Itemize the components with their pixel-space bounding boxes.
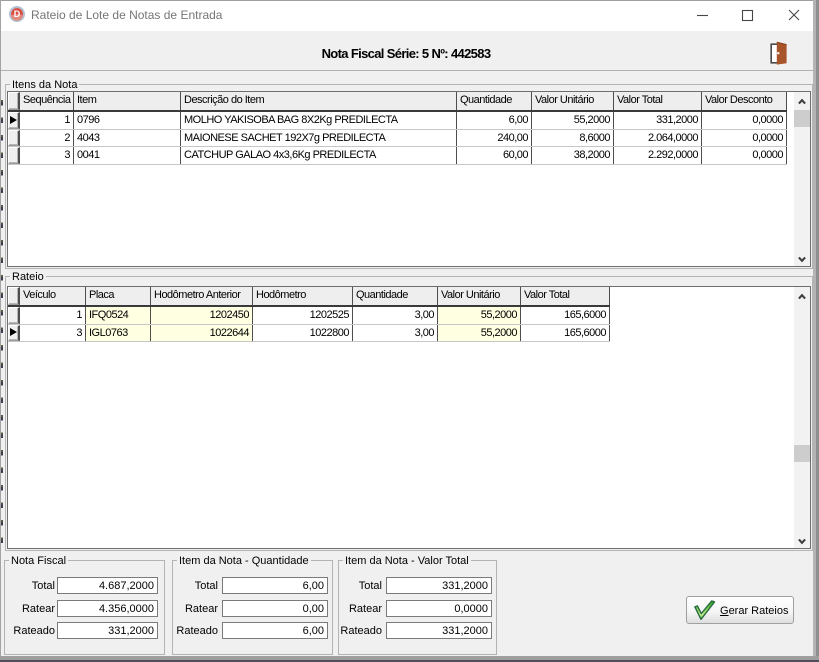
svg-text:D: D bbox=[14, 9, 21, 19]
